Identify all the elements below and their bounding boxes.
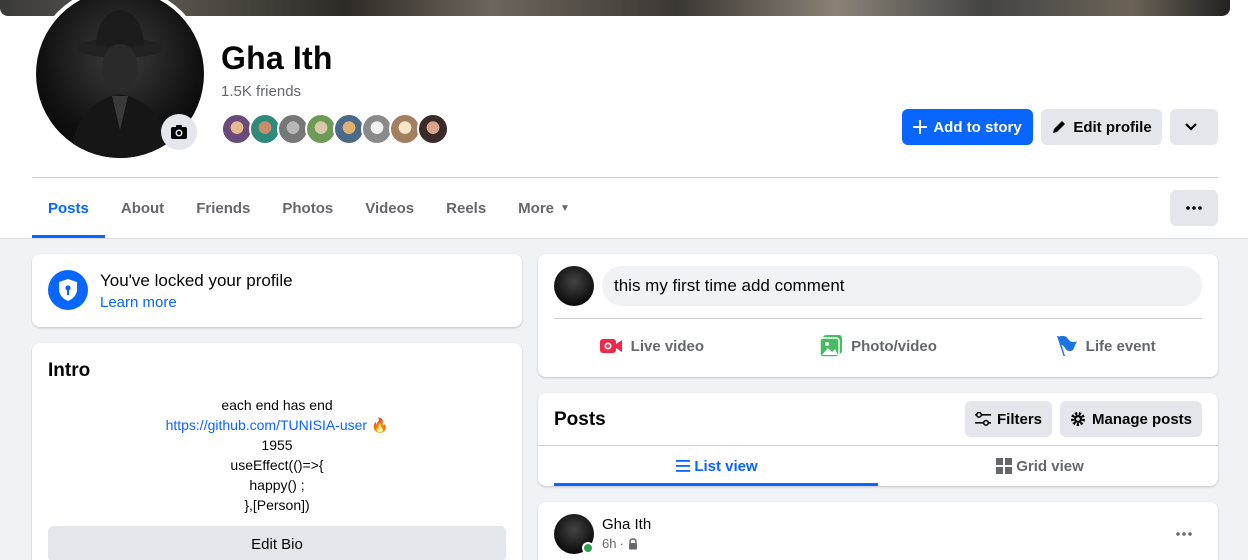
post-meta: 6h · [602,536,639,551]
profile-header: Gha Ith 1.5K friends Add to story Edit p… [0,0,1248,239]
post-author-name[interactable]: Gha Ith [602,516,651,533]
edit-profile-label: Edit profile [1073,118,1152,136]
friends-count-link[interactable]: 1.5K friends [221,83,301,100]
composer-actions: Live video Photo/video Life event [538,326,1218,366]
list-view-label: List view [694,457,758,475]
bio-line: each end has end [221,397,333,413]
grid-view-label: Grid view [1016,457,1084,475]
fire-emoji: 🔥 [370,417,389,433]
filters-label: Filters [996,410,1042,428]
photo-video-icon [819,335,843,358]
photo-video-button[interactable]: Photo/video [765,326,992,366]
ellipsis-icon [1176,532,1192,536]
tab-reels[interactable]: Reels [430,178,502,238]
post-composer: this my first time add comment Live vide… [538,254,1218,377]
online-status-indicator [582,542,594,554]
filters-button[interactable]: Filters [965,401,1052,437]
meta-separator: · [619,536,624,551]
lock-notice-title: You've locked your profile [100,271,293,290]
profile-name: Gha Ith [221,40,333,76]
cover-area [0,0,1248,16]
life-event-button[interactable]: Life event [991,326,1218,366]
life-event-label: Life event [1085,337,1156,355]
update-profile-picture-button[interactable] [161,114,197,150]
ellipsis-icon [1186,206,1202,210]
bio-text: each end has end https://github.com/TUNI… [32,395,522,515]
plus-icon [913,120,928,134]
bio-line: happy() ; [249,477,305,493]
edit-bio-button[interactable]: Edit Bio [48,526,506,560]
friend-avatar-stack [221,113,449,145]
tab-videos[interactable]: Videos [349,178,430,238]
photo-video-label: Photo/video [851,337,937,355]
tab-posts[interactable]: Posts [32,178,105,238]
bio-line: useEffect(()=>{ [230,457,324,473]
intro-card: Intro each end has end https://github.co… [32,343,522,560]
flag-icon [1056,335,1077,356]
sliders-icon [974,412,991,426]
profile-options-button[interactable] [1170,109,1218,145]
pencil-icon [1053,121,1066,133]
caret-down-icon: ▼ [560,202,570,214]
tab-photos[interactable]: Photos [266,178,349,238]
composer-avatar[interactable] [554,266,594,306]
grid-view-tab[interactable]: Grid view [878,446,1202,486]
live-video-button[interactable]: Live video [538,326,765,366]
gear-icon [1070,412,1085,426]
add-to-story-button[interactable]: Add to story [902,109,1033,145]
manage-posts-button[interactable]: Manage posts [1060,401,1202,437]
list-view-tab[interactable]: List view [554,446,878,486]
bio-line: },[Person]) [244,497,310,513]
bio-line: 1955 [261,437,293,453]
camera-icon [171,125,187,139]
profile-lock-notice: You've locked your profile Learn more [32,254,522,327]
lock-icon[interactable] [627,537,639,550]
tab-friends[interactable]: Friends [180,178,266,238]
github-link[interactable]: https://github.com/TUNISIA-user [166,417,368,433]
intro-title: Intro [48,360,91,381]
tab-about[interactable]: About [105,178,180,238]
edit-profile-button[interactable]: Edit profile [1041,109,1162,145]
tab-more[interactable]: More ▼ [502,178,586,238]
live-video-icon [599,339,622,353]
posts-section-title: Posts [554,409,606,430]
chevron-down-icon [1185,123,1197,131]
list-icon [676,460,691,472]
post-options-button[interactable] [1166,516,1202,552]
profile-tabs: Posts About Friends Photos Videos Reels … [32,178,586,238]
post-timestamp[interactable]: 6h [602,536,616,551]
manage-posts-label: Manage posts [1091,410,1193,428]
tabs-more-options-button[interactable] [1170,190,1218,226]
composer-divider [554,318,1202,319]
composer-input[interactable]: this my first time add comment [602,266,1202,306]
live-video-label: Live video [630,337,705,355]
posts-header-card: Posts Filters Manage posts List view Gri… [538,393,1218,486]
post-card: Gha Ith 6h · [538,502,1218,560]
grid-icon [996,458,1013,474]
learn-more-link[interactable]: Learn more [100,294,177,311]
bio-link-line: https://github.com/TUNISIA-user 🔥 [32,415,522,435]
add-to-story-label: Add to story [933,118,1022,136]
friend-avatar[interactable] [417,113,449,145]
shield-lock-icon [48,270,88,310]
tab-more-label: More [518,199,555,217]
